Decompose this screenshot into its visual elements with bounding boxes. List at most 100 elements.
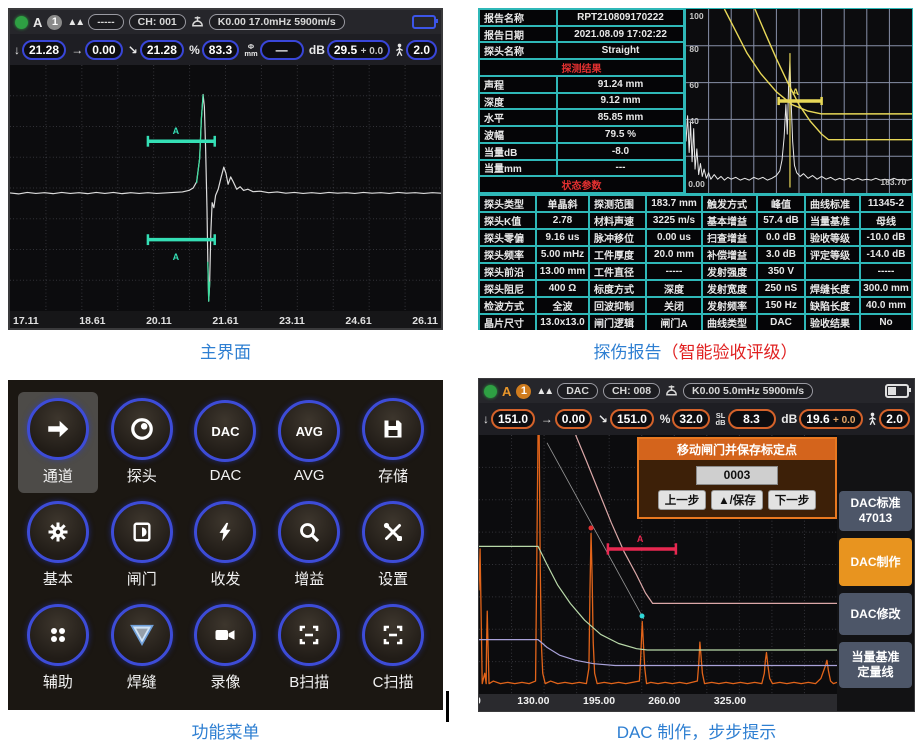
field-label: 报告日期 [479,26,557,43]
dac-text-icon: DAC [194,400,256,462]
menu-item-gate[interactable]: 闸门 [102,495,182,596]
probe-params-pill[interactable]: K0.00 17.0mHz 5900m/s [209,14,345,30]
field-label: 闸门逻辑 [589,314,646,330]
menu-item-dac[interactable]: DAC DAC [186,392,266,493]
probe-params-pill[interactable]: K0.00 5.0mHz 5900m/s [683,383,813,399]
field-label: 发射宽度 [702,280,757,297]
sound-path-value[interactable]: 21.28 [140,40,184,60]
menu-item-gain[interactable]: 增益 [269,495,349,596]
caption-menu: 功能菜单 [8,718,443,743]
channel-pill[interactable]: CH: 008 [603,383,660,399]
report-chart: A1008060400.00183.70 [685,8,913,194]
field-value: 13.0x13.0 [536,314,589,330]
save-point-button[interactable]: ▲/保存 [711,490,763,510]
field-label: 晶片尺寸 [479,314,536,330]
battery-icon [885,384,909,398]
field-label: 标度方式 [589,280,646,297]
gate-mode-label: A [33,15,42,30]
menu-item-storage[interactable]: 存储 [353,392,433,493]
gate-a-label: A [173,252,180,262]
menu-item-weld[interactable]: 焊缝 [102,597,182,698]
field-label: 深度 [479,93,557,110]
menu-item-label: DAC [210,467,242,484]
field-label: 探头K值 [479,212,536,229]
projection-value[interactable]: 0.00 [555,409,592,429]
range-pill[interactable]: ----- [88,14,123,30]
gain-value[interactable]: 29.5 + 0.0 [327,40,390,60]
channel-number-badge: 1 [516,384,531,399]
field-label: 探头类型 [479,195,536,212]
field-label: 检波方式 [479,297,536,314]
magnifier-icon [278,501,340,563]
phi-mm-label: Φmm [244,43,257,57]
dac-standard-button[interactable]: DAC标准47013 [839,491,912,531]
x-tick: 20.11 [146,315,172,327]
sl-value[interactable]: 8.3 [728,409,776,429]
scan-speed-value[interactable]: 2.0 [406,40,437,60]
channel-pill[interactable]: CH: 001 [129,14,186,30]
projection-value[interactable]: 0.00 [85,40,122,60]
menu-item-auxiliary[interactable]: 辅助 [18,597,98,698]
menu-item-c-scan[interactable]: C扫描 [353,597,433,698]
menu-item-label: 录像 [210,671,240,692]
equivalent-value[interactable]: — [260,40,304,60]
menu-item-avg[interactable]: AVGAVG [269,392,349,493]
menu-item-settings[interactable]: 设置 [353,495,433,596]
field-label: 材料声速 [589,212,646,229]
amplitude-value[interactable]: 32.0 [672,409,709,429]
amplitude-value[interactable]: 83.3 [202,40,239,60]
menu-item-label: 探头 [127,465,157,486]
field-value: 3225 m/s [646,212,702,229]
field-label: 发射频率 [702,297,757,314]
field-label: 探头零偏 [479,229,536,246]
report-info-table: 报告名称RPT210809170222报告日期2021.08.09 17:02:… [478,8,685,194]
scan-frame-icon [278,604,340,666]
field-label: 发射强度 [702,263,757,280]
field-value: 全波 [536,297,589,314]
menu-item-label: 通道 [43,465,73,486]
channel-number-badge: 1 [47,15,62,30]
menu-item-label: 焊缝 [127,671,157,692]
status-bar: A 1 ▲▲ ----- CH: 001 K0.00 17.0mHz 5900m… [10,10,441,34]
menu-item-label: B扫描 [289,671,329,692]
menu-item-probe[interactable]: 探头 [102,392,182,493]
menu-item-b-scan[interactable]: B扫描 [269,597,349,698]
x-tick: 23.11 [279,315,305,327]
field-label: 工件直径 [589,263,646,280]
next-step-button[interactable]: 下一步 [768,490,817,510]
field-value: 57.4 dB [757,212,805,229]
probe-icon [111,398,173,460]
depth-value[interactable]: 151.0 [491,409,535,429]
scan-speed-value[interactable]: 2.0 [879,409,910,429]
dac-create-button[interactable]: DAC制作 [839,538,912,586]
depth-value[interactable]: 21.28 [22,40,66,60]
save-icon [362,398,424,460]
field-value: 350 V [757,263,805,280]
move-gate-dialog: 移动闸门并保存标定点 0003 上一步 ▲/保存 下一步 [637,437,837,519]
field-label: 曲线标准 [805,195,860,212]
x-tick: 260.00 [648,695,680,707]
gear-icon [27,501,89,563]
equivalent-reference-button[interactable]: 当量基准定量线 [839,642,912,688]
menu-item-transceive[interactable]: 收发 [186,495,266,596]
dac-mode-pill[interactable]: DAC [557,383,598,399]
dac-modify-button[interactable]: DAC修改 [839,593,912,635]
prev-step-button[interactable]: 上一步 [658,490,707,510]
menu-item-record[interactable]: 录像 [186,597,266,698]
field-value: 单晶斜 [536,195,589,212]
gain-value[interactable]: 19.6 + 0.0 [799,409,862,429]
dac-creation-panel: A 1 ▲▲ DAC CH: 008 K0.00 5.0mHz 5900m/s … [478,378,915,712]
field-value: 9.16 us [536,229,589,246]
axis-label: 0.00 [688,179,705,189]
field-label: 缺陷长度 [805,297,860,314]
field-label: 探测范围 [589,195,646,212]
x-tick: 17.11 [13,315,39,327]
field-value: 13.00 mm [536,263,589,280]
function-menu-panel: 通道探头DACDACAVGAVG存储基本闸门收发增益设置辅助焊缝录像B扫描C扫描 [8,380,443,710]
menu-item-channel[interactable]: 通道 [18,392,98,493]
db-label: dB [781,412,797,426]
menu-item-basic[interactable]: 基本 [18,495,98,596]
sound-path-value[interactable]: 151.0 [610,409,654,429]
field-value: 闸门A [646,314,702,330]
calibration-point-counter[interactable]: 0003 [696,466,778,485]
